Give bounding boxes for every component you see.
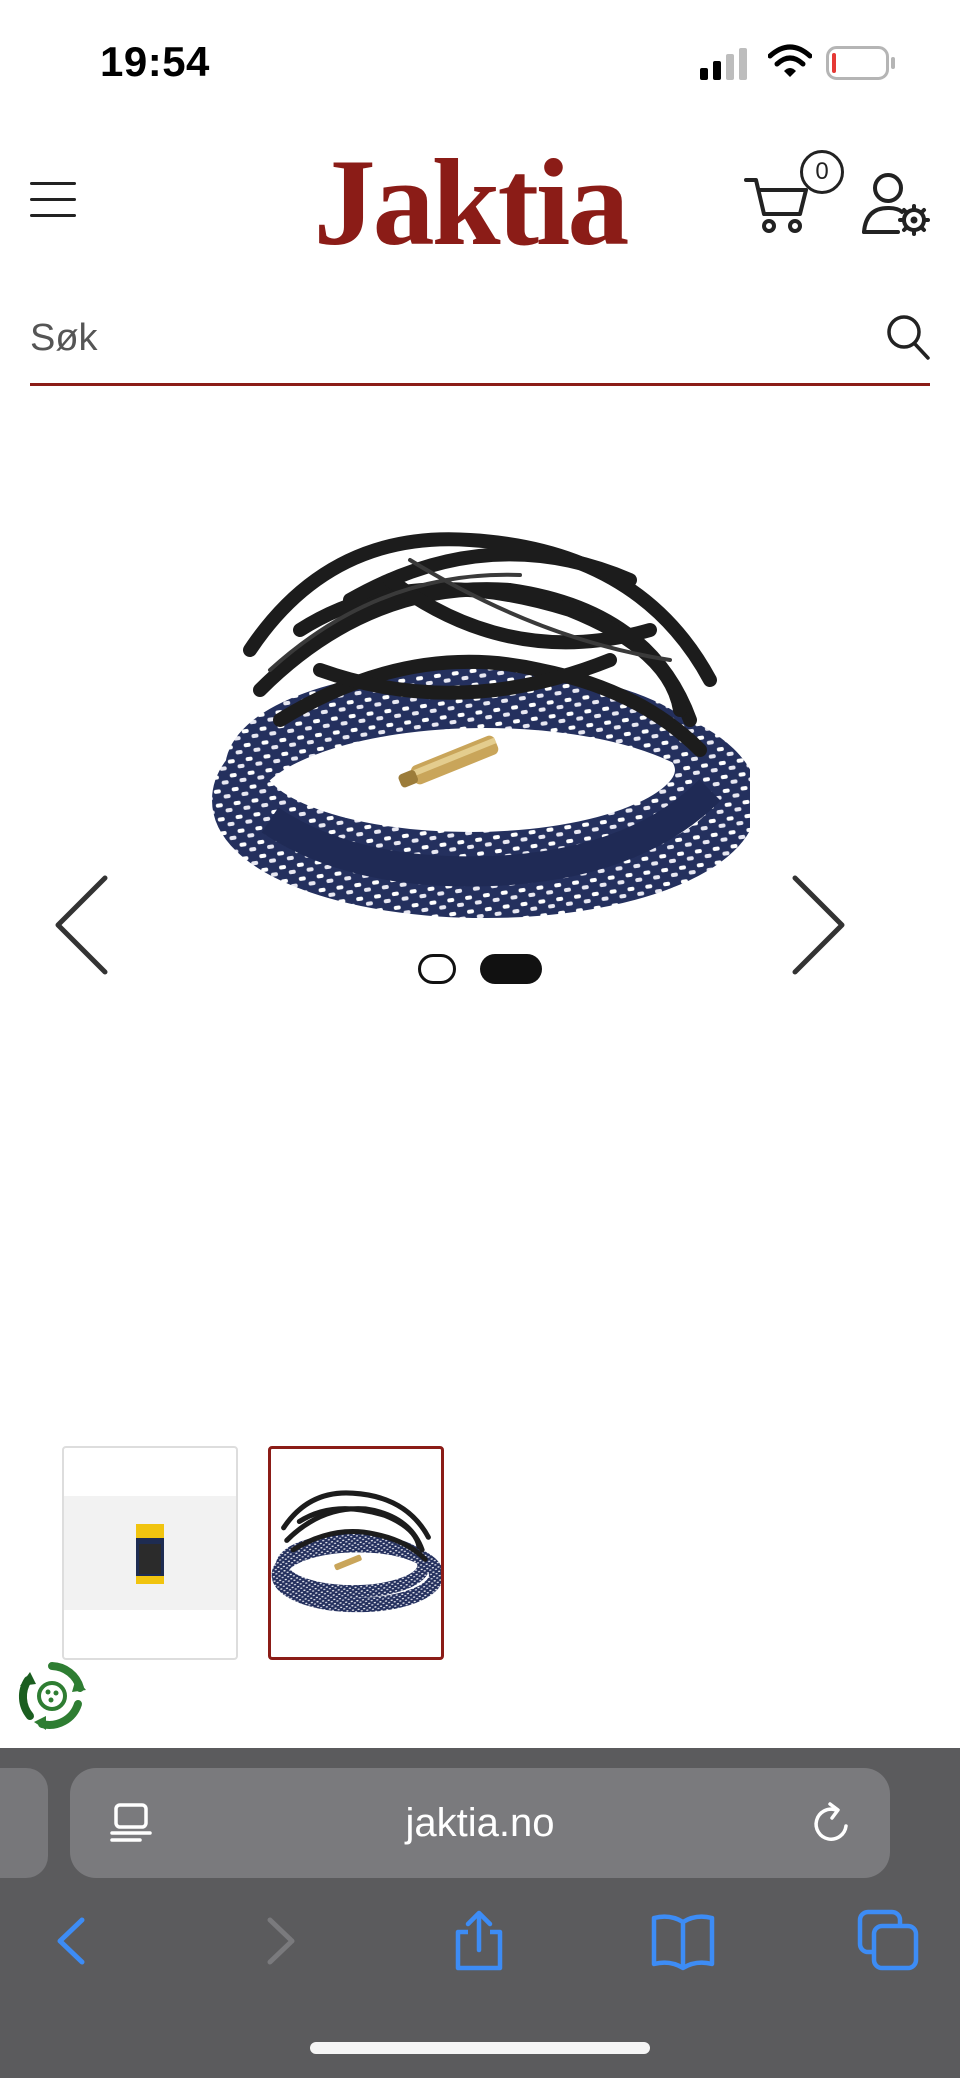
home-indicator[interactable]: [310, 2042, 650, 2054]
url-text: jaktia.no: [405, 1801, 555, 1845]
bookmarks-icon[interactable]: [650, 1908, 716, 1974]
share-icon[interactable]: [446, 1908, 512, 1974]
gallery-dot-1[interactable]: [418, 954, 456, 984]
forward-icon[interactable]: [246, 1908, 312, 1974]
thumbnail-bore-snake[interactable]: [268, 1446, 444, 1660]
battery-icon: [826, 46, 895, 80]
recycle-badge-icon[interactable]: [16, 1660, 88, 1732]
cellular-signal-icon: [700, 48, 747, 80]
site-header: Jaktia 0: [0, 120, 960, 280]
gallery-dot-2-active[interactable]: [480, 954, 542, 984]
search-bar: [30, 290, 930, 386]
status-time: 19:54: [100, 38, 210, 85]
browser-toolbar: jaktia.no: [0, 1748, 960, 2078]
previous-image-arrow-icon[interactable]: [50, 870, 120, 980]
search-icon[interactable]: [886, 314, 930, 360]
packaging-thumbnail-image: [64, 1496, 236, 1610]
search-input[interactable]: [30, 310, 850, 366]
status-bar: 19:54: [0, 0, 960, 120]
previous-tab-edge[interactable]: [0, 1768, 48, 1878]
thumbnail-packaging[interactable]: [62, 1446, 238, 1660]
menu-icon[interactable]: [30, 180, 76, 220]
back-icon[interactable]: [40, 1908, 106, 1974]
next-image-arrow-icon[interactable]: [780, 870, 850, 980]
user-settings-icon[interactable]: [862, 170, 932, 238]
address-bar[interactable]: jaktia.no: [70, 1768, 890, 1878]
product-gallery: [0, 400, 960, 1350]
reload-icon[interactable]: [810, 1802, 854, 1846]
site-logo[interactable]: Jaktia: [300, 138, 640, 268]
product-image-bore-snake[interactable]: [210, 520, 750, 940]
wifi-icon: [768, 44, 812, 77]
bore-snake-thumbnail-image: [271, 1490, 441, 1613]
cart-count-badge: 0: [800, 150, 844, 194]
tabs-icon[interactable]: [856, 1908, 922, 1974]
